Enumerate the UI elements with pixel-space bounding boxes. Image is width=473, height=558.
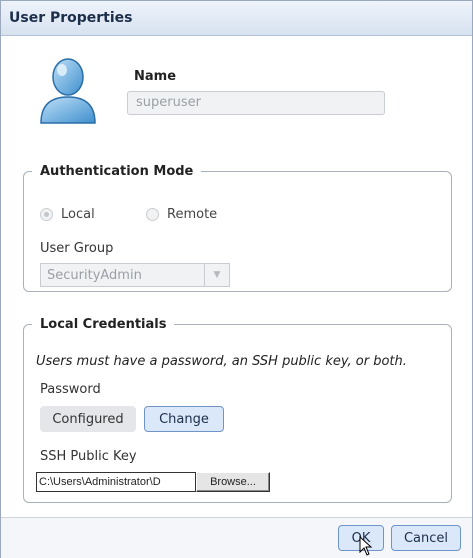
radio-remote-label: Remote [167,207,218,222]
cancel-button[interactable]: Cancel [391,525,461,551]
radio-remote: Remote [146,207,217,222]
chevron-down-icon: ▼ [204,264,229,286]
local-credentials-legend: Local Credentials [40,317,167,332]
local-credentials-group: Local Credentials Users must have a pass… [23,317,452,503]
user-group-select: SecurityAdmin ▼ [40,263,230,287]
name-field: superuser [127,91,385,115]
radio-local-label: Local [61,207,95,222]
user-group-value: SecurityAdmin [47,267,142,283]
radio-remote-indicator [146,208,159,221]
radio-local: Local [40,207,95,222]
ssh-key-label: SSH Public Key [40,449,137,464]
password-label: Password [40,382,101,397]
password-status-badge: Configured [40,406,136,432]
mouse-pointer-icon [359,536,373,556]
radio-local-indicator [40,208,53,221]
user-silhouette-icon [40,58,96,124]
dialog-title: User Properties [1,1,472,36]
dialog-footer: OK Cancel [1,517,472,558]
authentication-mode-group: Authentication Mode Local Remote User Gr… [23,164,452,292]
change-password-button[interactable]: Change [144,406,224,432]
user-group-label: User Group [40,241,114,256]
user-properties-dialog: User Properties Name superuser Authentic… [0,0,473,558]
authentication-mode-legend: Authentication Mode [40,164,194,179]
browse-button[interactable]: Browse... [196,472,270,492]
name-label: Name [134,69,177,84]
ssh-key-path-input[interactable]: C:\Users\Administrator\D [36,472,196,492]
credentials-note: Users must have a password, an SSH publi… [36,354,407,369]
